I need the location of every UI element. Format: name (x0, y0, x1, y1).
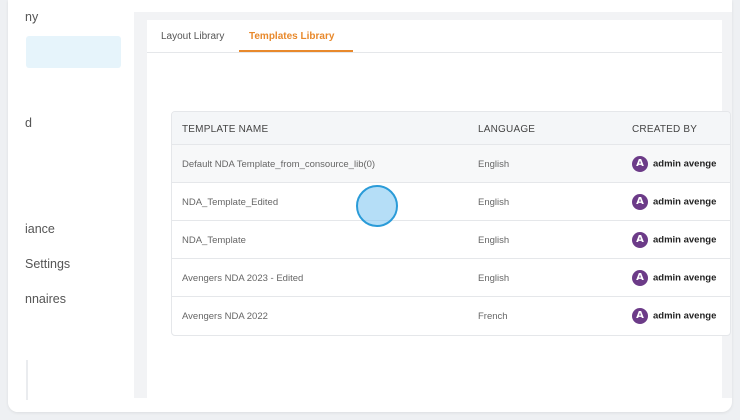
avengers-logo-icon (632, 155, 648, 172)
table-row[interactable]: NDA_Template English admin avenge (172, 221, 730, 259)
created-by-cell: admin avenge (632, 269, 716, 287)
main-card: ny d iance Settings nnaires Layout Libra… (8, 0, 732, 412)
language-cell: English (478, 273, 510, 284)
avengers-logo-icon (632, 231, 648, 248)
creator-name: admin avenge (653, 272, 717, 284)
active-tab-indicator (239, 50, 353, 52)
sidebar-item-questionnaires[interactable]: nnaires (25, 292, 66, 306)
creator-name: admin avenge (653, 196, 717, 208)
table-row[interactable]: Default NDA Template_from_consource_lib(… (172, 145, 730, 183)
template-name-cell[interactable]: Avengers NDA 2023 - Edited (182, 273, 303, 284)
template-name-cell[interactable]: NDA_Template_Edited (182, 197, 278, 208)
table-row[interactable]: Avengers NDA 2023 - Edited English admin… (172, 259, 730, 297)
column-header-created-by[interactable]: CREATED BY (632, 124, 697, 135)
language-cell: French (478, 311, 508, 322)
language-cell: English (478, 159, 510, 170)
created-by-cell: admin avenge (632, 307, 716, 325)
templates-table: TEMPLATE NAME LANGUAGE CREATED BY Defaul… (171, 111, 731, 336)
library-panel: Layout Library Templates Library TEMPLAT… (147, 20, 731, 398)
template-name-cell[interactable]: NDA_Template (182, 235, 246, 246)
sidebar-item-company[interactable]: ny (25, 10, 38, 24)
created-by-cell: admin avenge (632, 193, 716, 211)
table-row[interactable]: NDA_Template_Edited English admin avenge (172, 183, 730, 221)
table-header: TEMPLATE NAME LANGUAGE CREATED BY (172, 112, 730, 145)
sidebar-divider (26, 360, 28, 400)
sidebar: ny d iance Settings nnaires (8, 0, 134, 412)
creator-name: admin avenge (653, 234, 717, 246)
creator-name: admin avenge (653, 158, 717, 170)
table-row[interactable]: Avengers NDA 2022 French admin avenge (172, 297, 730, 335)
tab-layout-library[interactable]: Layout Library (161, 31, 224, 42)
avengers-logo-icon (632, 269, 648, 286)
sidebar-item-settings[interactable]: Settings (25, 257, 70, 271)
tab-bar: Layout Library Templates Library (147, 20, 722, 53)
sidebar-item-d[interactable]: d (25, 116, 32, 130)
column-header-language[interactable]: LANGUAGE (478, 124, 535, 135)
created-by-cell: admin avenge (632, 231, 716, 249)
click-indicator (356, 185, 398, 227)
sidebar-item-active[interactable] (26, 36, 121, 68)
avengers-logo-icon (632, 307, 648, 324)
column-header-template-name[interactable]: TEMPLATE NAME (182, 124, 268, 135)
tab-templates-library[interactable]: Templates Library (249, 31, 334, 42)
sidebar-item-compliance[interactable]: iance (25, 222, 55, 236)
avengers-logo-icon (632, 193, 648, 210)
template-name-cell[interactable]: Avengers NDA 2022 (182, 311, 268, 322)
created-by-cell: admin avenge (632, 155, 716, 173)
creator-name: admin avenge (653, 310, 717, 322)
language-cell: English (478, 197, 510, 208)
template-name-cell[interactable]: Default NDA Template_from_consource_lib(… (182, 159, 375, 170)
language-cell: English (478, 235, 510, 246)
